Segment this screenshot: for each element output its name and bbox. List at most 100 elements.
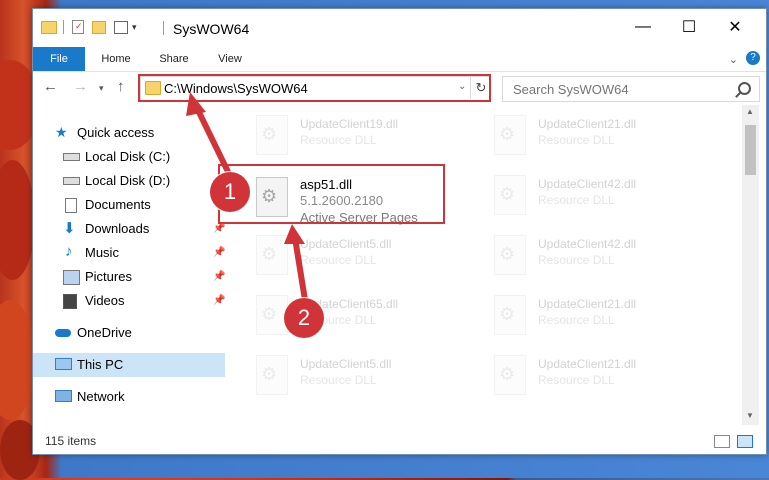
step-marker-1: 1 — [210, 172, 250, 212]
address-highlight — [138, 74, 491, 102]
expand-ribbon-icon[interactable]: ⌄ — [729, 53, 738, 66]
close-button[interactable]: ✕ — [712, 13, 758, 41]
tab-share[interactable]: Share — [149, 47, 199, 71]
sidebar-item-label: Network — [77, 389, 125, 404]
file-description: Resource DLL — [538, 193, 615, 207]
help-icon[interactable]: ? — [746, 51, 760, 65]
sidebar-item-network[interactable]: Network — [33, 385, 225, 409]
picture-icon — [63, 270, 80, 285]
file-description: Resource DLL — [300, 253, 377, 267]
explorer-window: ✓ ▾ SysWOW64 — ☐ ✕ File Home Share View … — [32, 8, 767, 455]
sidebar-item-this-pc[interactable]: This PC — [33, 353, 225, 377]
file-list: UpdateClient19.dll Resource DLL UpdateCl… — [226, 105, 741, 423]
list-item[interactable]: UpdateClient21.dll Resource DLL — [464, 291, 684, 341]
sidebar-item-downloads[interactable]: ⬇ Downloads 📌 — [33, 217, 225, 241]
sidebar-item-label: Videos — [85, 293, 125, 308]
file-description: Resource DLL — [538, 133, 615, 147]
list-item[interactable]: UpdateClient42.dll Resource DLL — [464, 171, 684, 221]
pin-icon[interactable]: 📌 — [213, 271, 225, 282]
back-arrow-icon[interactable]: ← — [43, 78, 58, 95]
list-item[interactable]: UpdateClient42.dll Resource DLL — [464, 231, 684, 281]
sidebar-item-pictures[interactable]: Pictures 📌 — [33, 265, 225, 289]
file-description: Resource DLL — [538, 313, 615, 327]
sidebar-item-music[interactable]: ♪ Music 📌 — [33, 241, 225, 265]
sidebar-item-label: Local Disk (C:) — [85, 149, 171, 164]
sidebar-item-quick-access[interactable]: ★ Quick access — [33, 121, 225, 145]
pin-icon[interactable]: 📌 — [213, 247, 225, 258]
maximize-icon: ☐ — [681, 19, 697, 36]
sidebar-item-videos[interactable]: Videos 📌 — [33, 289, 225, 313]
search-input[interactable] — [511, 81, 725, 98]
details-view-icon[interactable] — [714, 435, 730, 448]
sidebar-item-label: OneDrive — [77, 325, 132, 340]
scroll-up-icon[interactable]: ▲ — [746, 107, 754, 116]
status-bar: 115 items — [33, 429, 766, 453]
scroll-down-icon[interactable]: ▼ — [746, 411, 754, 420]
sidebar-item-label: Local Disk (D:) — [85, 173, 171, 188]
recent-locations-icon[interactable]: ▾ — [99, 83, 104, 94]
list-item[interactable]: UpdateClient65.dll Resource DLL — [226, 291, 446, 341]
search-icon[interactable] — [738, 82, 751, 95]
sidebar-item-local-disk-c[interactable]: Local Disk (C:) — [33, 145, 225, 169]
divider — [63, 20, 64, 34]
minimize-button[interactable]: — — [620, 13, 666, 41]
list-item[interactable]: UpdateClient5.dll Resource DLL — [226, 231, 446, 281]
pin-icon[interactable]: 📌 — [213, 295, 225, 306]
file-name: UpdateClient5.dll — [300, 237, 392, 251]
network-icon — [55, 390, 72, 402]
sidebar-item-label: Pictures — [85, 269, 132, 284]
customize-icon[interactable] — [114, 20, 128, 34]
sidebar-item-onedrive[interactable]: OneDrive — [33, 321, 225, 345]
sidebar-item-label: Downloads — [85, 221, 150, 236]
sidebar-item-label: Quick access — [77, 125, 155, 140]
chevron-down-icon[interactable]: ▾ — [132, 22, 137, 33]
navigation-bar: ← → ▾ ↑ C:\Windows\SysWOW64 ⌄ ↻ — [33, 72, 766, 104]
file-name: UpdateClient42.dll — [538, 177, 637, 191]
window-title: SysWOW64 — [173, 21, 250, 37]
dll-file-icon — [256, 115, 288, 155]
list-item[interactable]: UpdateClient19.dll Resource DLL — [226, 111, 446, 161]
computer-icon — [55, 358, 72, 370]
forward-arrow-icon[interactable]: → — [73, 78, 88, 95]
title-divider — [163, 21, 164, 35]
file-description: Resource DLL — [538, 373, 615, 387]
pin-icon[interactable]: 📌 — [213, 223, 225, 234]
star-icon: ★ — [55, 124, 68, 140]
dll-file-icon — [256, 235, 288, 275]
folder-icon — [41, 20, 57, 34]
search-box[interactable] — [502, 76, 760, 102]
dll-file-icon — [494, 295, 526, 335]
sidebar-item-local-disk-d[interactable]: Local Disk (D:) — [33, 169, 225, 193]
list-item[interactable]: UpdateClient21.dll Resource DLL — [464, 111, 684, 161]
new-folder-icon[interactable] — [92, 20, 106, 34]
properties-icon[interactable]: ✓ — [72, 20, 84, 34]
minimize-icon: — — [635, 18, 651, 35]
scrollbar-thumb[interactable] — [745, 125, 756, 175]
list-item[interactable]: UpdateClient5.dll Resource DLL — [226, 351, 446, 401]
drive-icon — [63, 177, 80, 185]
large-icons-view-icon[interactable] — [737, 435, 753, 448]
document-icon — [65, 198, 77, 213]
music-icon: ♪ — [65, 243, 73, 260]
dll-file-icon — [494, 175, 526, 215]
up-arrow-icon[interactable]: ↑ — [117, 78, 125, 95]
download-icon: ⬇ — [63, 220, 76, 237]
dll-file-icon — [494, 235, 526, 275]
file-name: UpdateClient19.dll — [300, 117, 399, 131]
vertical-scrollbar[interactable]: ▲ ▼ — [742, 105, 759, 425]
quick-access-toolbar: ✓ ▾ — [41, 17, 137, 37]
title-bar: ✓ ▾ SysWOW64 — ☐ ✕ — [33, 9, 766, 47]
sidebar-item-label: Music — [85, 245, 119, 260]
maximize-button[interactable]: ☐ — [666, 13, 712, 41]
item-count: 115 items — [45, 434, 97, 448]
selected-file-highlight — [218, 164, 445, 224]
tab-file[interactable]: File — [33, 47, 85, 71]
navigation-pane: ★ Quick access Local Disk (C:) Local Dis… — [33, 105, 225, 425]
tab-view[interactable]: View — [205, 47, 255, 71]
drive-icon — [63, 153, 80, 161]
list-item[interactable]: UpdateClient21.dll Resource DLL — [464, 351, 684, 401]
tab-home[interactable]: Home — [91, 47, 141, 71]
sidebar-item-label: This PC — [77, 357, 124, 372]
sidebar-item-documents[interactable]: Documents — [33, 193, 225, 217]
step-marker-2: 2 — [284, 298, 324, 338]
